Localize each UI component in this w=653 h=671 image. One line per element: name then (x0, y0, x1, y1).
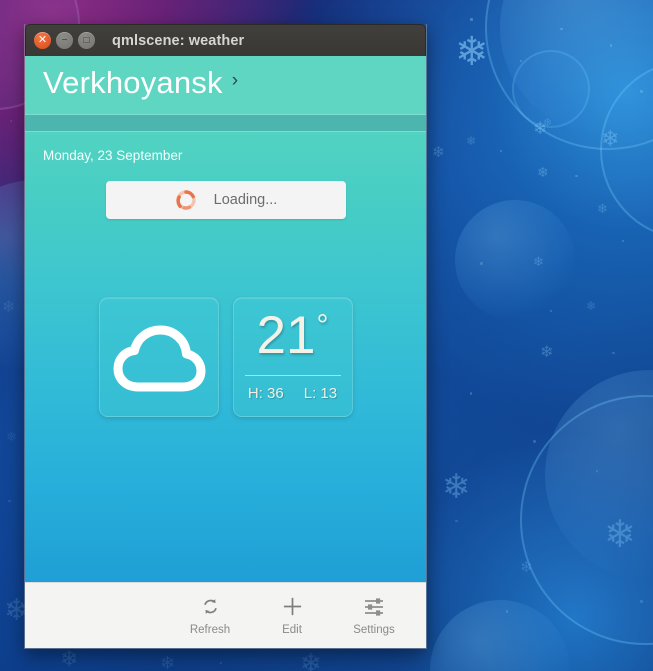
minimize-button[interactable]: − (56, 32, 73, 49)
close-button[interactable]: ✕ (34, 32, 51, 49)
header-divider (25, 114, 426, 132)
snowflake-icon: ❄ (442, 468, 471, 506)
temperature-divider (244, 375, 341, 376)
particle (612, 352, 615, 354)
snowflake-icon: ❄ (586, 299, 597, 313)
particle (470, 18, 473, 21)
snowflake-icon: ❄ (432, 144, 445, 161)
snowflake-icon: ❄ (597, 201, 608, 216)
temperature-value: 21 (256, 306, 316, 365)
snowflake-icon: ❄ (60, 646, 79, 671)
high-low-row: H: 36 L: 13 (248, 385, 337, 402)
window-title: qmlscene: weather (112, 32, 245, 49)
date-label: Monday, 23 September (43, 148, 183, 163)
city-name: Verkhoyansk (43, 65, 223, 100)
temperature-value-row: 21 ° (257, 309, 329, 362)
degree-symbol: ° (316, 309, 329, 342)
particle (560, 28, 563, 30)
snowflake-icon: ❄ (455, 30, 489, 74)
temperature-tile[interactable]: 21 ° H: 36 L: 13 (232, 297, 353, 417)
settings-label: Settings (353, 623, 395, 636)
snowflake-icon: ❄ (300, 648, 322, 671)
snowflake-icon: ❄ (601, 126, 620, 151)
weather-tiles: 21 ° H: 36 L: 13 (98, 297, 353, 417)
particle (640, 90, 643, 93)
particle (640, 600, 643, 603)
particle (575, 175, 578, 177)
snowflake-icon: ❄ (6, 429, 17, 444)
particle (506, 610, 508, 613)
particle (455, 520, 458, 522)
loading-indicator: Loading... (105, 181, 346, 219)
bokeh-circle (455, 200, 575, 320)
cloud-icon (112, 321, 206, 398)
snowflake-icon: ❄ (2, 299, 16, 316)
temperature-high: H: 36 (247, 385, 284, 402)
window-titlebar[interactable]: ✕ − □ qmlscene: weather (25, 24, 426, 56)
snowflake-icon: ❄ (537, 164, 549, 180)
particle (10, 120, 12, 122)
app-header[interactable]: Verkhoyansk › (25, 56, 426, 114)
loading-spinner-icon (174, 188, 198, 212)
refresh-label: Refresh (189, 623, 231, 636)
particle (470, 392, 472, 395)
particle (8, 500, 11, 502)
weather-content: Monday, 23 September Loading... 21 ° H: … (25, 132, 426, 582)
maximize-button[interactable]: □ (78, 32, 95, 49)
sliders-icon (364, 596, 384, 618)
snowflake-icon: ❄ (466, 134, 477, 148)
loading-text: Loading... (213, 192, 278, 208)
settings-button[interactable]: Settings (346, 596, 402, 636)
particle (622, 240, 624, 242)
particle (596, 470, 598, 472)
snowflake-icon: ❄ (520, 559, 533, 576)
particle (220, 662, 222, 664)
edit-label: Edit (282, 623, 302, 636)
snowflake-icon: ❄ (533, 254, 544, 269)
particle (533, 440, 536, 443)
edit-button[interactable]: Edit (264, 596, 320, 636)
snowflake-icon: ❄ (540, 344, 554, 361)
snowflake-icon: ❄ (160, 653, 176, 671)
application-window: ✕ − □ qmlscene: weather Verkhoyansk › Mo… (24, 24, 427, 649)
snowflake-icon: ❄ (604, 514, 636, 556)
condition-tile[interactable] (98, 297, 219, 417)
particle (550, 310, 552, 312)
snowflake-icon: ❄ (543, 117, 553, 129)
particle (520, 60, 522, 62)
chevron-right-icon[interactable]: › (232, 70, 238, 92)
refresh-button[interactable]: Refresh (182, 596, 238, 636)
weather-app: Verkhoyansk › Monday, 23 September Loadi… (25, 56, 426, 648)
temperature-low: L: 13 (303, 385, 338, 402)
refresh-icon (201, 596, 220, 618)
particle (500, 150, 502, 152)
bottom-toolbar: Refresh Edit Settings (25, 582, 426, 648)
particle (610, 44, 612, 47)
plus-icon (282, 596, 303, 618)
particle (480, 262, 483, 265)
